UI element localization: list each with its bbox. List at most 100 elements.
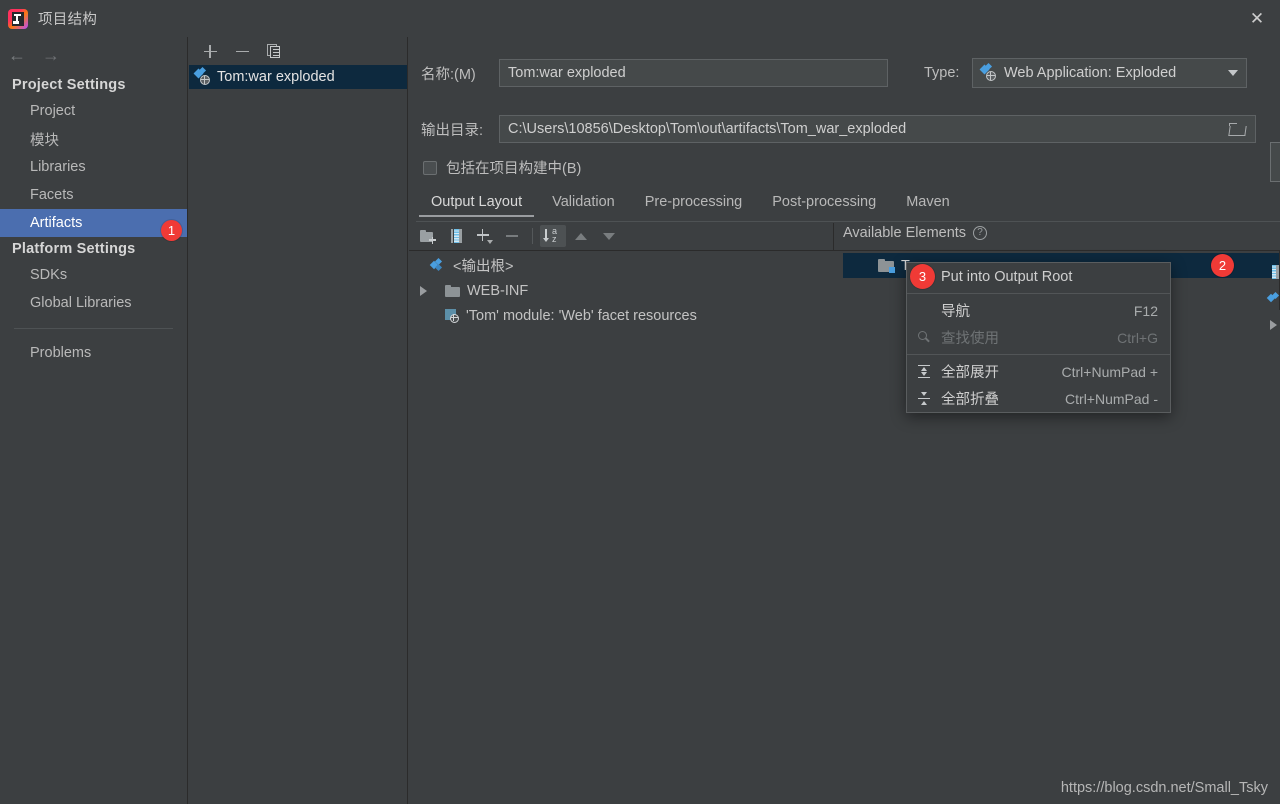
panel-vertical-divider bbox=[833, 223, 834, 250]
list-item-artifact[interactable]: Tom:war exploded bbox=[189, 65, 407, 89]
collapse-all-icon bbox=[907, 392, 941, 406]
arrow-right-icon[interactable]: → bbox=[42, 46, 60, 64]
tab-label: Pre-processing bbox=[644, 194, 743, 210]
tree-row[interactable]: WEB-INF bbox=[415, 278, 833, 303]
add-copy-of-icon[interactable] bbox=[471, 225, 497, 247]
type-dropdown[interactable]: Web Application: Exploded bbox=[972, 58, 1247, 88]
tab-pre-processing[interactable]: Pre-processing bbox=[630, 190, 758, 217]
menu-item-expand-all[interactable]: 全部展开 Ctrl+NumPad + bbox=[907, 358, 1170, 385]
sidebar-item-problems[interactable]: Problems bbox=[0, 339, 187, 367]
artifacts-list-panel: Tom:war exploded bbox=[189, 37, 408, 804]
checkbox-box bbox=[423, 160, 437, 175]
close-icon[interactable]: ✕ bbox=[1234, 0, 1280, 37]
menu-item-collapse-all[interactable]: 全部折叠 Ctrl+NumPad - bbox=[907, 385, 1170, 412]
artifact-root-icon bbox=[429, 257, 446, 273]
sidebar-item-label: Project bbox=[30, 103, 76, 119]
group-title-platform-settings: Platform Settings bbox=[12, 241, 136, 257]
minus-icon[interactable] bbox=[229, 39, 255, 63]
menu-item-shortcut: Ctrl+G bbox=[1117, 329, 1158, 346]
web-exploded-artifact-icon bbox=[979, 62, 997, 81]
menu-item-label: 全部展开 bbox=[941, 365, 999, 381]
tab-maven[interactable]: Maven bbox=[891, 190, 965, 217]
group-title-project-settings: Project Settings bbox=[12, 77, 126, 93]
tab-post-processing[interactable]: Post-processing bbox=[757, 190, 891, 217]
menu-item-label: 查找使用 bbox=[941, 331, 999, 347]
menu-item-label: 导航 bbox=[941, 304, 970, 320]
arrow-left-icon[interactable]: ← bbox=[8, 46, 26, 64]
tabs-underline bbox=[416, 221, 1280, 222]
sidebar-nav: ← → bbox=[0, 37, 187, 73]
folder-browse-icon[interactable] bbox=[1228, 122, 1247, 136]
artifact-detail-panel: 名称:(M) Type: Web Application: Exploded 输… bbox=[409, 37, 1280, 804]
title-bar: 项目结构 ✕ bbox=[0, 0, 1280, 37]
project-structure-dialog: 项目结构 ✕ ← → Project Settings Project 模块 L… bbox=[0, 0, 1280, 804]
sidebar-item-global-libraries[interactable]: Global Libraries bbox=[0, 289, 187, 317]
menu-separator bbox=[907, 293, 1170, 294]
sidebar-item-label: Libraries bbox=[30, 159, 86, 175]
sidebar-item-project[interactable]: Project bbox=[0, 97, 187, 125]
annotation-badge-3: 3 bbox=[910, 264, 935, 289]
menu-item-label: Put into Output Root bbox=[941, 268, 1073, 285]
tree-row[interactable]: 'Tom' module: 'Web' facet resources bbox=[415, 303, 833, 328]
edge-partial-artifact-icon bbox=[1266, 291, 1280, 305]
sort-alphabetically-icon[interactable]: az bbox=[540, 225, 566, 247]
available-elements-header: Available Elements ? bbox=[843, 225, 988, 241]
sidebar-item-label: SDKs bbox=[30, 267, 68, 283]
menu-item-put-into-output-root[interactable]: Put into Output Root bbox=[907, 263, 1170, 290]
output-layout-toolbar: az bbox=[415, 223, 622, 249]
module-output-folder-icon bbox=[878, 258, 895, 273]
checkbox-label: 包括在项目构建中(B) bbox=[446, 161, 582, 177]
move-up-icon[interactable] bbox=[568, 225, 594, 247]
sidebar-item-facets[interactable]: Facets bbox=[0, 181, 187, 209]
tab-label: Post-processing bbox=[772, 194, 877, 210]
menu-item-find-usages: 查找使用 Ctrl+G bbox=[907, 324, 1170, 351]
settings-sidebar: ← → Project Settings Project 模块 Librarie… bbox=[0, 37, 188, 804]
sidebar-item-artifacts[interactable]: Artifacts bbox=[0, 209, 187, 237]
menu-item-label: 全部折叠 bbox=[941, 392, 999, 408]
create-directory-icon[interactable] bbox=[415, 225, 441, 247]
expand-arrow-icon[interactable] bbox=[415, 285, 431, 296]
menu-item-navigate[interactable]: 导航 F12 bbox=[907, 297, 1170, 324]
sidebar-item-label: 模块 bbox=[30, 132, 59, 149]
tab-output-layout[interactable]: Output Layout bbox=[416, 190, 537, 217]
type-value: Web Application: Exploded bbox=[1004, 65, 1177, 81]
menu-item-shortcut: Ctrl+NumPad + bbox=[1061, 363, 1158, 380]
tab-label: Maven bbox=[906, 194, 950, 210]
move-down-icon[interactable] bbox=[596, 225, 622, 247]
sidebar-item-label: Problems bbox=[30, 345, 92, 361]
artifacts-toolbar bbox=[189, 37, 407, 65]
sidebar-item-sdks[interactable]: SDKs bbox=[0, 261, 187, 289]
name-label: 名称:(M) bbox=[421, 66, 476, 83]
remove-icon bbox=[499, 225, 525, 247]
tree-row-label: 'Tom' module: 'Web' facet resources bbox=[466, 307, 697, 324]
plus-icon[interactable] bbox=[197, 39, 223, 63]
include-in-project-build-checkbox[interactable]: 包括在项目构建中(B) bbox=[423, 157, 581, 178]
intellij-idea-logo-icon bbox=[8, 8, 28, 29]
sidebar-item-label: Global Libraries bbox=[30, 295, 132, 311]
create-archive-icon[interactable] bbox=[443, 225, 469, 247]
output-directory-label: 输出目录: bbox=[421, 122, 484, 139]
sidebar-item-libraries[interactable]: Libraries bbox=[0, 153, 187, 181]
sidebar-item-label: Facets bbox=[30, 187, 74, 203]
tab-validation[interactable]: Validation bbox=[537, 190, 630, 217]
name-input[interactable] bbox=[499, 59, 888, 87]
sidebar-item-modules[interactable]: 模块 bbox=[0, 125, 187, 153]
annotation-badge-2: 2 bbox=[1211, 254, 1234, 277]
sidebar-divider bbox=[14, 328, 173, 329]
expand-all-icon bbox=[907, 365, 941, 379]
context-menu: Put into Output Root 导航 F12 查找使用 Ctrl+G … bbox=[906, 262, 1171, 413]
copy-icon[interactable] bbox=[261, 39, 287, 63]
help-icon[interactable]: ? bbox=[973, 226, 988, 240]
annotation-badge-1: 1 bbox=[161, 220, 182, 241]
list-item-label: Tom:war exploded bbox=[217, 69, 335, 85]
output-directory-input[interactable] bbox=[499, 115, 1256, 143]
edge-partial-field bbox=[1270, 142, 1280, 182]
menu-separator bbox=[907, 354, 1170, 355]
chevron-down-icon bbox=[1228, 70, 1238, 76]
search-icon bbox=[907, 331, 941, 344]
output-layout-tree: <输出根> WEB-INF 'Tom' module: 'Web' facet … bbox=[415, 253, 833, 328]
tree-row-label: WEB-INF bbox=[467, 282, 529, 299]
edge-partial-expand-arrow-icon bbox=[1270, 320, 1277, 330]
tree-row[interactable]: <输出根> bbox=[415, 253, 833, 278]
detail-tabs: Output Layout Validation Pre-processing … bbox=[416, 190, 965, 217]
